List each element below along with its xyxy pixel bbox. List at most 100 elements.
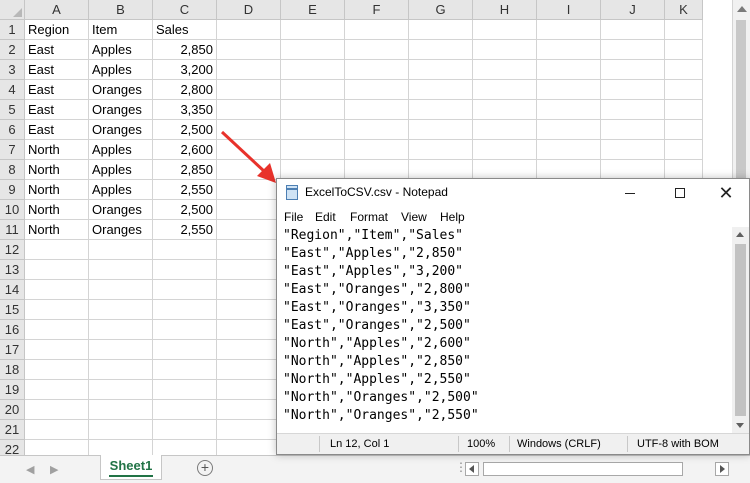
row-header-9[interactable]: 9 [0,180,25,200]
row-header-11[interactable]: 11 [0,220,25,240]
cell-f5[interactable] [345,100,409,120]
close-button[interactable]: ✕ [703,179,749,207]
cell-a2[interactable]: East [25,40,89,60]
cell-d20[interactable] [217,400,281,420]
cell-c5[interactable]: 3,350 [153,100,217,120]
cell-h5[interactable] [473,100,537,120]
cell-d11[interactable] [217,220,281,240]
cell-b10[interactable]: Oranges [89,200,153,220]
cell-f1[interactable] [345,20,409,40]
cell-c4[interactable]: 2,800 [153,80,217,100]
cell-d8[interactable] [217,160,281,180]
cell-i5[interactable] [537,100,601,120]
menu-file[interactable]: File [284,210,303,224]
column-header-e[interactable]: E [281,0,345,20]
minimize-button[interactable] [607,179,653,207]
cell-d12[interactable] [217,240,281,260]
cell-f2[interactable] [345,40,409,60]
cell-b7[interactable]: Apples [89,140,153,160]
cell-k6[interactable] [665,120,703,140]
cell-a11[interactable]: North [25,220,89,240]
cell-b13[interactable] [89,260,153,280]
cell-d2[interactable] [217,40,281,60]
cell-d21[interactable] [217,420,281,440]
cell-i7[interactable] [537,140,601,160]
cell-h1[interactable] [473,20,537,40]
cell-d18[interactable] [217,360,281,380]
cell-c16[interactable] [153,320,217,340]
cell-b5[interactable]: Oranges [89,100,153,120]
cell-g3[interactable] [409,60,473,80]
column-header-c[interactable]: C [153,0,217,20]
scroll-thumb[interactable] [735,244,746,416]
notepad-vertical-scrollbar[interactable] [732,227,749,433]
cell-j8[interactable] [601,160,665,180]
menu-view[interactable]: View [401,210,427,224]
cell-h8[interactable] [473,160,537,180]
cell-a9[interactable]: North [25,180,89,200]
cell-c17[interactable] [153,340,217,360]
cell-c12[interactable] [153,240,217,260]
cell-i2[interactable] [537,40,601,60]
cell-b19[interactable] [89,380,153,400]
scroll-left-arrow-icon[interactable] [465,462,479,476]
cell-d1[interactable] [217,20,281,40]
cell-a21[interactable] [25,420,89,440]
row-header-15[interactable]: 15 [0,300,25,320]
cell-a17[interactable] [25,340,89,360]
row-header-21[interactable]: 21 [0,420,25,440]
cell-b8[interactable]: Apples [89,160,153,180]
cell-a1[interactable]: Region [25,20,89,40]
cell-f3[interactable] [345,60,409,80]
cell-a4[interactable]: East [25,80,89,100]
cell-a18[interactable] [25,360,89,380]
cell-c19[interactable] [153,380,217,400]
column-header-j[interactable]: J [601,0,665,20]
cell-c3[interactable]: 3,200 [153,60,217,80]
cell-i4[interactable] [537,80,601,100]
cell-a12[interactable] [25,240,89,260]
cell-g5[interactable] [409,100,473,120]
cell-k5[interactable] [665,100,703,120]
row-header-14[interactable]: 14 [0,280,25,300]
cell-d3[interactable] [217,60,281,80]
cell-e1[interactable] [281,20,345,40]
cell-j7[interactable] [601,140,665,160]
row-header-5[interactable]: 5 [0,100,25,120]
cell-d14[interactable] [217,280,281,300]
next-sheet-arrow-icon[interactable]: ▶ [50,463,58,476]
cell-b9[interactable]: Apples [89,180,153,200]
cell-j5[interactable] [601,100,665,120]
cell-c13[interactable] [153,260,217,280]
cell-a15[interactable] [25,300,89,320]
cell-e4[interactable] [281,80,345,100]
cell-a5[interactable]: East [25,100,89,120]
cell-k3[interactable] [665,60,703,80]
row-header-16[interactable]: 16 [0,320,25,340]
cell-h4[interactable] [473,80,537,100]
row-header-13[interactable]: 13 [0,260,25,280]
cell-a16[interactable] [25,320,89,340]
cell-c14[interactable] [153,280,217,300]
cell-h2[interactable] [473,40,537,60]
cell-f8[interactable] [345,160,409,180]
row-header-20[interactable]: 20 [0,400,25,420]
excel-horizontal-scrollbar[interactable] [465,462,730,476]
column-header-h[interactable]: H [473,0,537,20]
cell-g4[interactable] [409,80,473,100]
cell-a13[interactable] [25,260,89,280]
cell-b4[interactable]: Oranges [89,80,153,100]
cell-a7[interactable]: North [25,140,89,160]
cell-d4[interactable] [217,80,281,100]
cell-b14[interactable] [89,280,153,300]
column-header-k[interactable]: K [665,0,703,20]
scroll-right-arrow-icon[interactable] [715,462,729,476]
cell-i8[interactable] [537,160,601,180]
column-header-i[interactable]: I [537,0,601,20]
cell-e3[interactable] [281,60,345,80]
row-header-19[interactable]: 19 [0,380,25,400]
cell-c15[interactable] [153,300,217,320]
cell-c7[interactable]: 2,600 [153,140,217,160]
cell-b12[interactable] [89,240,153,260]
cell-g7[interactable] [409,140,473,160]
